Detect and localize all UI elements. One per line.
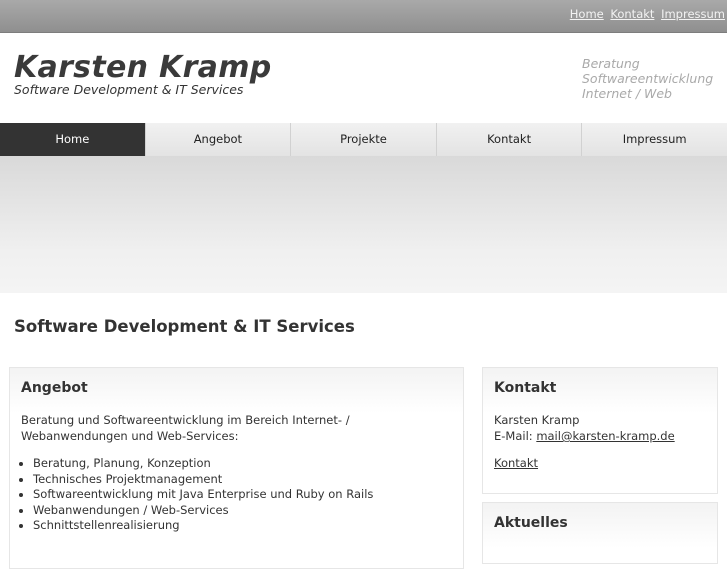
angebot-box: Angebot Beratung und Softwareentwicklung…	[9, 367, 464, 569]
kontakt-heading: Kontakt	[494, 380, 557, 396]
top-link-home[interactable]: Home	[570, 7, 604, 21]
email-link[interactable]: mail@karsten-kramp.de	[536, 429, 674, 443]
main-nav: Home Angebot Projekte Kontakt Impressum	[0, 123, 727, 156]
aktuelles-box: Aktuelles	[482, 502, 718, 564]
list-item: Webanwendungen / Web-Services	[33, 503, 373, 519]
email-label: E-Mail:	[494, 429, 533, 443]
top-link-impressum[interactable]: Impressum	[661, 7, 725, 21]
top-bar: Home Kontakt Impressum	[0, 0, 727, 33]
banner	[0, 156, 727, 293]
angebot-intro: Beratung und Softwareentwicklung im Bere…	[21, 413, 350, 443]
logo-title[interactable]: Karsten Kramp	[14, 50, 272, 85]
nav-item-projekte[interactable]: Projekte	[290, 123, 436, 156]
angebot-heading: Angebot	[21, 380, 88, 396]
contact-details: Karsten Kramp E-Mail: mail@karsten-kramp…	[494, 412, 675, 444]
tagline-line: Softwareentwicklung	[582, 71, 714, 86]
top-links: Home Kontakt Impressum	[567, 7, 725, 21]
tagline-line: Internet / Web	[582, 86, 672, 101]
tagline-line: Beratung	[582, 56, 640, 71]
list-item: Beratung, Planung, Konzeption	[33, 456, 373, 472]
contact-email-row: E-Mail: mail@karsten-kramp.de	[494, 428, 675, 444]
page-title: Software Development & IT Services	[14, 317, 355, 336]
nav-item-impressum[interactable]: Impressum	[581, 123, 727, 156]
list-item: Softwareentwicklung mit Java Enterprise …	[33, 487, 373, 503]
list-item: Technisches Projektmanagement	[33, 472, 373, 488]
kontakt-box: Kontakt Karsten Kramp E-Mail: mail@karst…	[482, 367, 718, 494]
contact-name: Karsten Kramp	[494, 413, 580, 427]
nav-item-home[interactable]: Home	[0, 123, 145, 156]
tagline: Beratung Softwareentwicklung Internet / …	[582, 56, 713, 101]
top-link-kontakt[interactable]: Kontakt	[610, 7, 654, 21]
services-list: Beratung, Planung, Konzeption Technische…	[33, 456, 373, 534]
logo-subtitle: Software Development & IT Services	[14, 82, 244, 97]
aktuelles-heading: Aktuelles	[494, 515, 568, 531]
kontakt-link[interactable]: Kontakt	[494, 456, 538, 470]
list-item: Schnittstellenrealisierung	[33, 518, 373, 534]
nav-item-kontakt[interactable]: Kontakt	[435, 123, 582, 156]
nav-item-angebot[interactable]: Angebot	[144, 123, 291, 156]
